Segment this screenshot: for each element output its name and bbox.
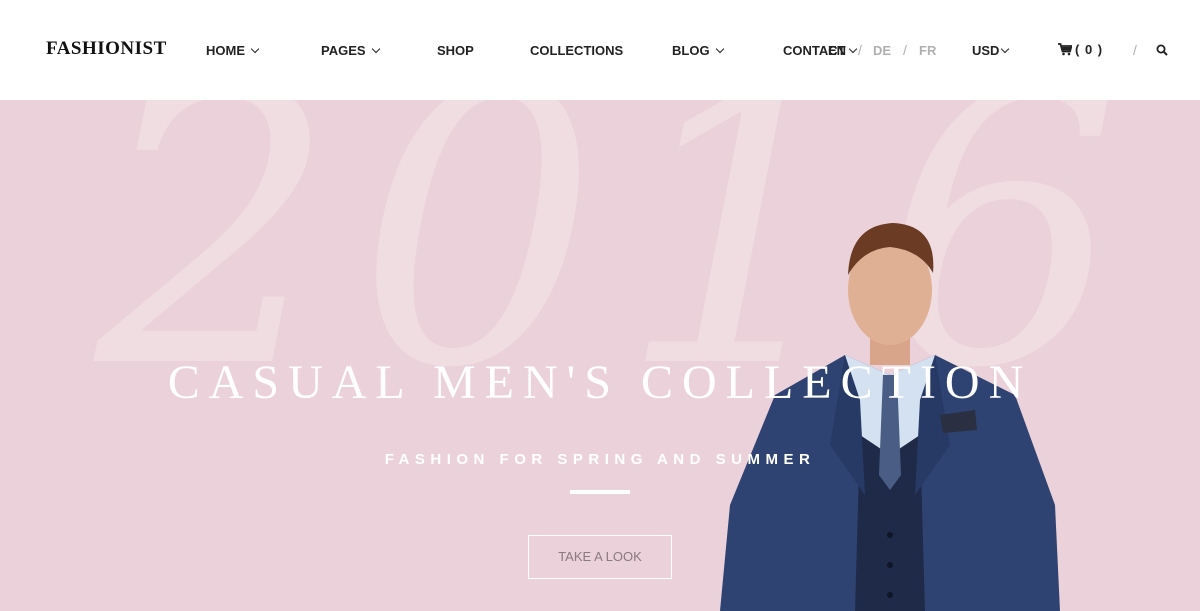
search-separator: /: [1133, 42, 1137, 58]
cart-count: ( 0 ): [1075, 42, 1104, 57]
cart-button[interactable]: ( 0 ): [1058, 42, 1103, 57]
nav-item-shop[interactable]: SHOP: [437, 43, 474, 58]
nav-item-label: SHOP: [437, 43, 474, 58]
language-separator: /: [858, 42, 862, 58]
search-button[interactable]: [1156, 43, 1168, 61]
chevron-down-icon: [371, 44, 380, 54]
search-icon: [1156, 44, 1168, 56]
nav-item-label: PAGES: [321, 43, 366, 58]
chevron-down-icon: [1001, 44, 1010, 54]
nav-item-pages[interactable]: PAGES: [321, 43, 380, 58]
take-a-look-button[interactable]: TAKE A LOOK: [528, 535, 672, 579]
language-fr[interactable]: FR: [919, 43, 936, 58]
chevron-down-icon: [848, 44, 858, 54]
cart-icon: [1058, 43, 1073, 56]
nav-item-home[interactable]: HOME: [206, 43, 260, 58]
hero-title: CASUAL MEN'S COLLECTION: [167, 356, 1033, 409]
language-separator: /: [903, 42, 907, 58]
language-label: EN: [828, 43, 847, 58]
language-en[interactable]: EN: [828, 43, 858, 58]
nav-item-blog[interactable]: BLOG: [672, 43, 724, 58]
nav-item-label: HOME: [206, 43, 245, 58]
hero-subtitle: FASHION FOR SPRING AND SUMMER: [384, 451, 816, 468]
chevron-down-icon: [250, 44, 260, 54]
nav-item-label: BLOG: [672, 43, 710, 58]
site-header: FASHIONIST HOME PAGES SHOP COLLECTIONS B…: [0, 0, 1200, 100]
hero-divider: [570, 490, 630, 494]
chevron-down-icon: [715, 44, 724, 54]
nav-item-label: COLLECTIONS: [530, 43, 624, 58]
site-logo[interactable]: FASHIONIST: [46, 38, 167, 60]
hero-banner: 2016 CASUAL MEN'S COLLECTION FASHION FOR…: [0, 100, 1200, 611]
currency-selector[interactable]: USD: [972, 43, 1010, 58]
nav-item-collections[interactable]: COLLECTIONS: [530, 43, 623, 58]
currency-label: USD: [972, 43, 1000, 58]
language-de[interactable]: DE: [873, 43, 891, 58]
